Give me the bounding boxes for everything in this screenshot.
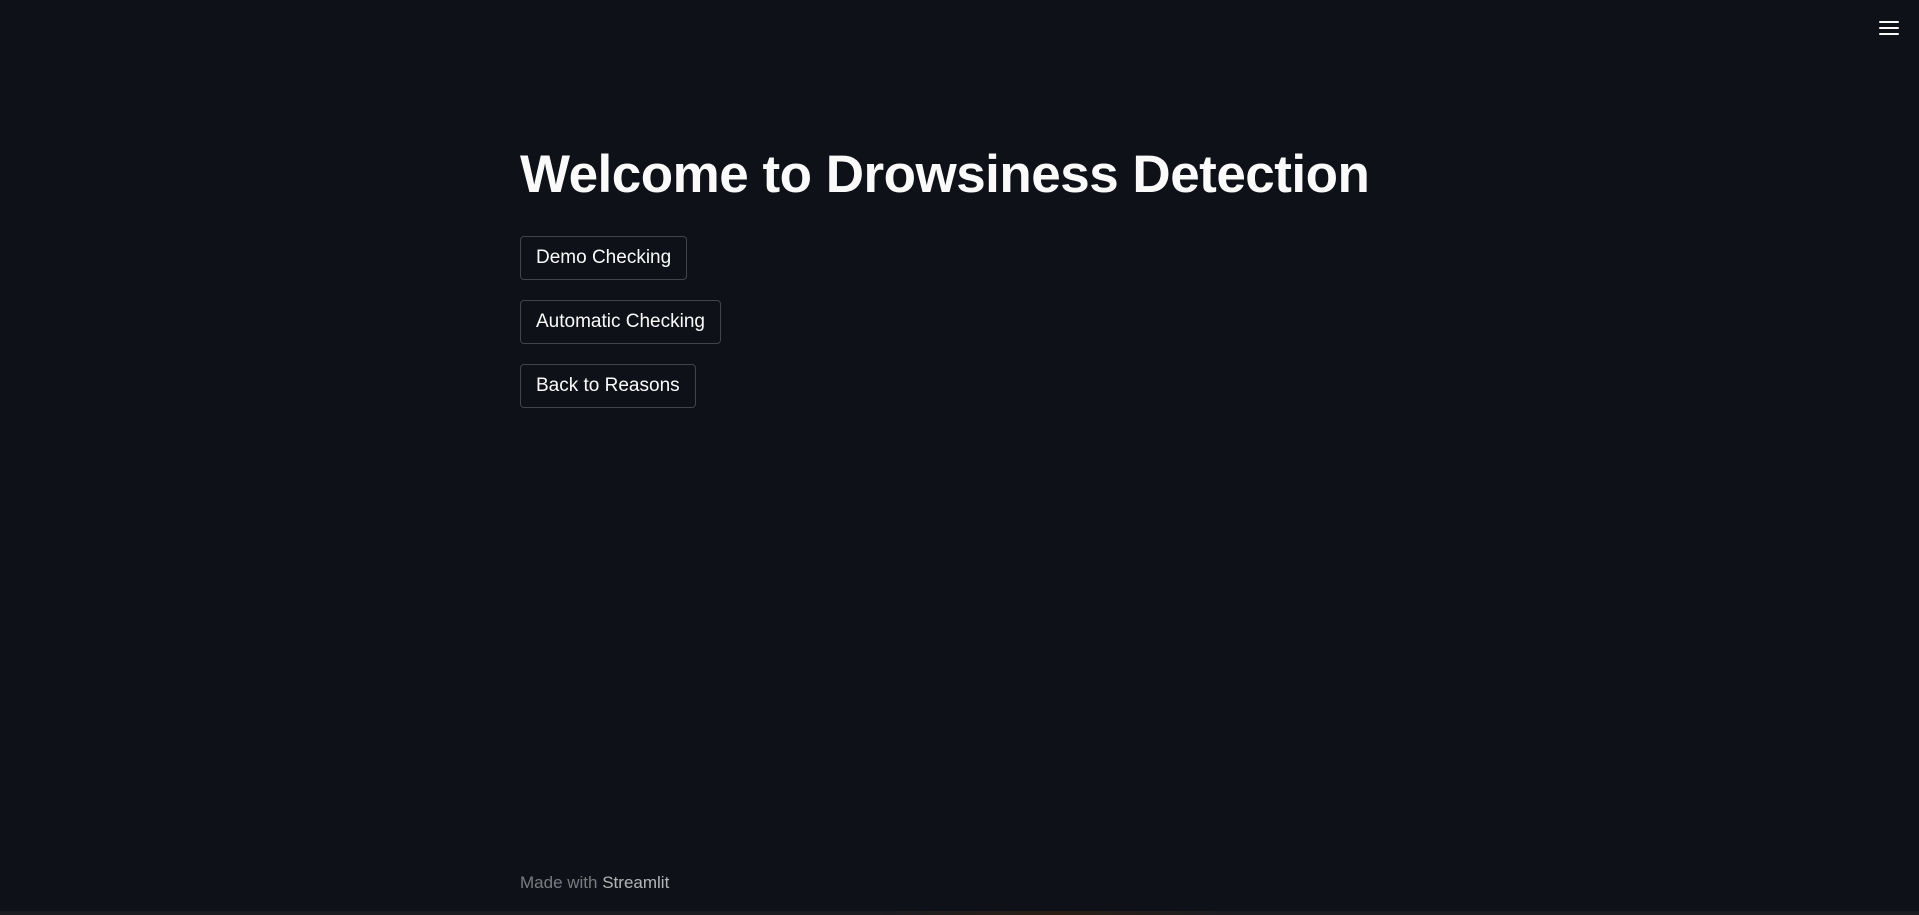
footer-prefix: Made with xyxy=(520,873,598,892)
menu-bar xyxy=(1879,27,1899,29)
bottom-strip xyxy=(0,911,1919,915)
streamlit-link[interactable]: Streamlit xyxy=(602,873,669,892)
menu-bar xyxy=(1879,33,1899,35)
footer: Made with Streamlit xyxy=(520,872,669,894)
app-root: Welcome to Drowsiness Detection Demo Che… xyxy=(0,0,1919,915)
automatic-checking-button[interactable]: Automatic Checking xyxy=(520,300,721,344)
main-content: Welcome to Drowsiness Detection Demo Che… xyxy=(520,140,1400,428)
hamburger-menu-icon[interactable] xyxy=(1876,16,1902,40)
back-to-reasons-button[interactable]: Back to Reasons xyxy=(520,364,696,408)
page-title: Welcome to Drowsiness Detection xyxy=(520,145,1370,204)
demo-checking-button[interactable]: Demo Checking xyxy=(520,236,688,280)
menu-bar xyxy=(1879,21,1899,23)
